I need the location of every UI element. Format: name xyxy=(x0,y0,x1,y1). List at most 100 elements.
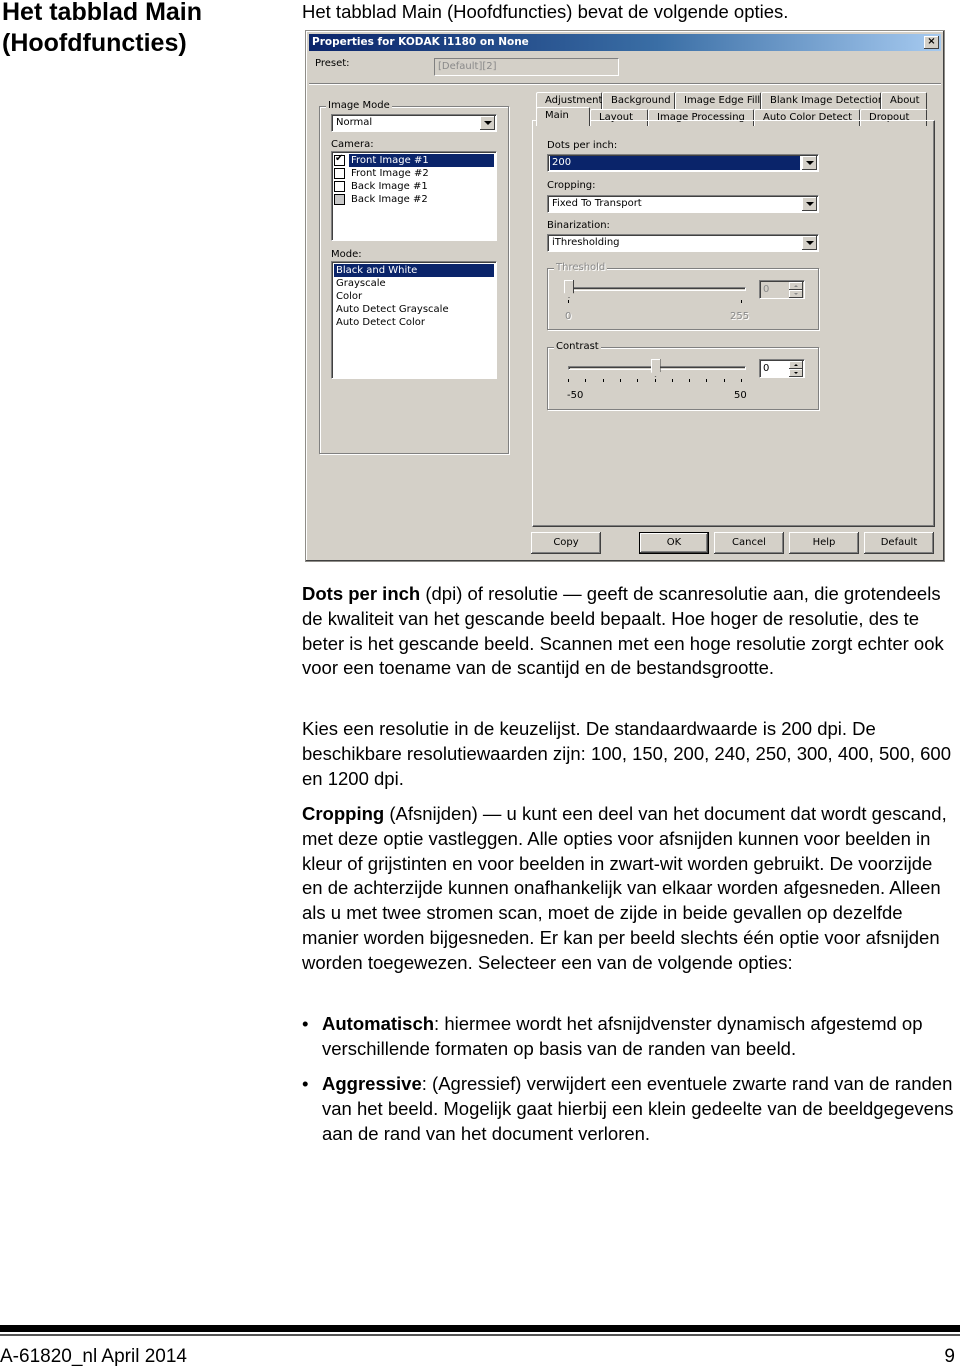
image-mode-value: Normal xyxy=(336,117,373,128)
camera-item[interactable]: Back Image #1 xyxy=(334,180,494,193)
checkbox-icon[interactable] xyxy=(334,168,345,179)
camera-item-label: Back Image #2 xyxy=(351,194,428,205)
threshold-tick xyxy=(568,300,569,303)
camera-item-label: Front Image #1 xyxy=(349,154,494,167)
mode-item[interactable]: Black and White xyxy=(334,264,494,277)
term-automatisch: Automatisch xyxy=(322,1013,435,1034)
contrast-tick xyxy=(602,379,604,382)
threshold-min-label: 0 xyxy=(565,311,572,322)
cropping-value: Fixed To Transport xyxy=(552,198,642,209)
preset-label: Preset: xyxy=(315,58,350,69)
bullet-item: • Automatisch: hiermee wordt het afsnijd… xyxy=(302,1012,957,1062)
contrast-spinner[interactable]: 0 xyxy=(759,359,805,378)
contrast-group: Contrast -50 50 0 xyxy=(547,340,819,410)
binarization-label: Binarization: xyxy=(547,220,610,231)
threshold-group: Threshold 0 255 0 xyxy=(547,261,819,330)
spin-up-icon[interactable] xyxy=(789,282,803,290)
chevron-down-icon[interactable] xyxy=(480,116,495,130)
spin-up-icon[interactable] xyxy=(789,361,803,369)
paragraph-cropping: Cropping (Afsnijden) — u kunt een deel v… xyxy=(302,802,957,976)
bullet-icon: • xyxy=(302,1073,309,1094)
mode-list[interactable]: Black and White Grayscale Color Auto Det… xyxy=(331,261,497,379)
tab-image-edge-fill[interactable]: Image Edge Fill xyxy=(675,92,761,109)
copy-button[interactable]: Copy xyxy=(531,532,601,554)
camera-label: Camera: xyxy=(331,139,374,150)
cancel-button[interactable]: Cancel xyxy=(714,532,784,554)
checkbox-checked-icon[interactable] xyxy=(334,153,345,166)
contrast-value: 0 xyxy=(763,363,770,374)
binarization-dropdown[interactable]: iThresholding xyxy=(547,234,819,252)
properties-dialog: Properties for KODAK i1180 on None × Pre… xyxy=(305,30,945,562)
footer-doc-id: A-61820_nl April 2014 xyxy=(0,1346,187,1367)
contrast-tick xyxy=(585,379,587,382)
term-cropping: Cropping xyxy=(302,803,385,824)
threshold-slider-track[interactable] xyxy=(568,287,746,291)
camera-item[interactable]: Front Image #2 xyxy=(334,167,494,180)
tab-row-back: Adjustments Background Image Edge Fill B… xyxy=(536,92,927,109)
page-number: 9 xyxy=(944,1346,955,1367)
threshold-tick xyxy=(741,300,742,303)
threshold-spinner[interactable]: 0 xyxy=(759,280,805,299)
camera-item-label: Back Image #1 xyxy=(351,181,428,192)
contrast-tick xyxy=(706,379,708,382)
mode-item[interactable]: Auto Detect Color xyxy=(334,316,494,329)
cropping-label: Cropping: xyxy=(547,180,596,191)
paragraph-dpi: Dots per inch (dpi) of resolutie — geeft… xyxy=(302,582,957,681)
tab-main[interactable]: Main xyxy=(536,107,590,126)
section-title: Het tabblad Main (Hoofdfuncties) xyxy=(2,0,203,57)
mode-label: Mode: xyxy=(331,249,362,260)
chevron-down-icon[interactable] xyxy=(802,236,817,250)
chevron-down-icon[interactable] xyxy=(802,197,817,211)
help-button[interactable]: Help xyxy=(789,532,859,554)
contrast-tick xyxy=(654,379,656,382)
image-mode-dropdown[interactable]: Normal xyxy=(331,114,497,132)
contrast-tick xyxy=(637,379,639,382)
close-icon[interactable]: × xyxy=(924,36,939,49)
term-dots-per-inch: Dots per inch xyxy=(302,583,421,604)
intro-text: Het tabblad Main (Hoofdfuncties) bevat d… xyxy=(302,1,789,22)
dpi-value: 200 xyxy=(550,156,800,170)
chevron-down-icon[interactable] xyxy=(802,156,817,170)
threshold-label: Threshold xyxy=(554,261,608,275)
contrast-tick xyxy=(671,379,673,382)
camera-item[interactable]: Back Image #2 xyxy=(334,193,494,206)
contrast-slider-thumb[interactable] xyxy=(650,359,661,377)
dialog-title: Properties for KODAK i1180 on None xyxy=(312,36,529,48)
contrast-tick xyxy=(568,379,569,382)
image-mode-label: Image Mode xyxy=(326,99,392,113)
contrast-tick xyxy=(619,379,621,382)
checkbox-icon[interactable] xyxy=(334,181,345,192)
mode-item[interactable]: Grayscale xyxy=(334,277,494,290)
footer-rule xyxy=(0,1334,960,1336)
camera-item[interactable]: Front Image #1 xyxy=(334,153,494,167)
threshold-slider-thumb[interactable] xyxy=(564,280,574,298)
bullet-icon: • xyxy=(302,1013,309,1034)
footer-rule xyxy=(0,1325,960,1332)
ok-button[interactable]: OK xyxy=(639,532,709,554)
paragraph-resolution-values: Kies een resolutie in de keuzelijst. De … xyxy=(302,718,951,789)
camera-list[interactable]: Front Image #1 Front Image #2 Back Image… xyxy=(331,151,497,241)
dialog-titlebar[interactable]: Properties for KODAK i1180 on None × xyxy=(309,34,941,51)
preset-field: [Default][2] xyxy=(434,58,619,76)
threshold-value: 0 xyxy=(763,284,770,295)
tab-background[interactable]: Background xyxy=(602,92,675,109)
contrast-label: Contrast xyxy=(554,340,601,354)
cropping-dropdown[interactable]: Fixed To Transport xyxy=(547,195,819,213)
tab-blank-image-detection[interactable]: Blank Image Detection xyxy=(761,92,884,109)
contrast-tick xyxy=(741,379,742,382)
contrast-min-label: -50 xyxy=(567,390,584,401)
bullet-item: • Aggressive: (Agressief) verwijdert een… xyxy=(302,1072,957,1146)
checkbox-disabled-icon[interactable] xyxy=(334,194,345,205)
binarization-value: iThresholding xyxy=(552,237,620,248)
dpi-dropdown[interactable]: 200 xyxy=(547,154,819,172)
contrast-tick xyxy=(723,379,725,382)
term-aggressive: Aggressive xyxy=(322,1073,422,1094)
mode-item[interactable]: Color xyxy=(334,290,494,303)
spin-down-icon[interactable] xyxy=(789,290,803,298)
mode-item[interactable]: Auto Detect Grayscale xyxy=(334,303,494,316)
spin-down-icon[interactable] xyxy=(789,369,803,377)
tab-about[interactable]: About xyxy=(881,92,927,109)
default-button[interactable]: Default xyxy=(864,532,934,554)
paragraph-cropping-text: (Afsnijden) — u kunt een deel van het do… xyxy=(302,803,947,973)
threshold-max-label: 255 xyxy=(730,311,750,322)
